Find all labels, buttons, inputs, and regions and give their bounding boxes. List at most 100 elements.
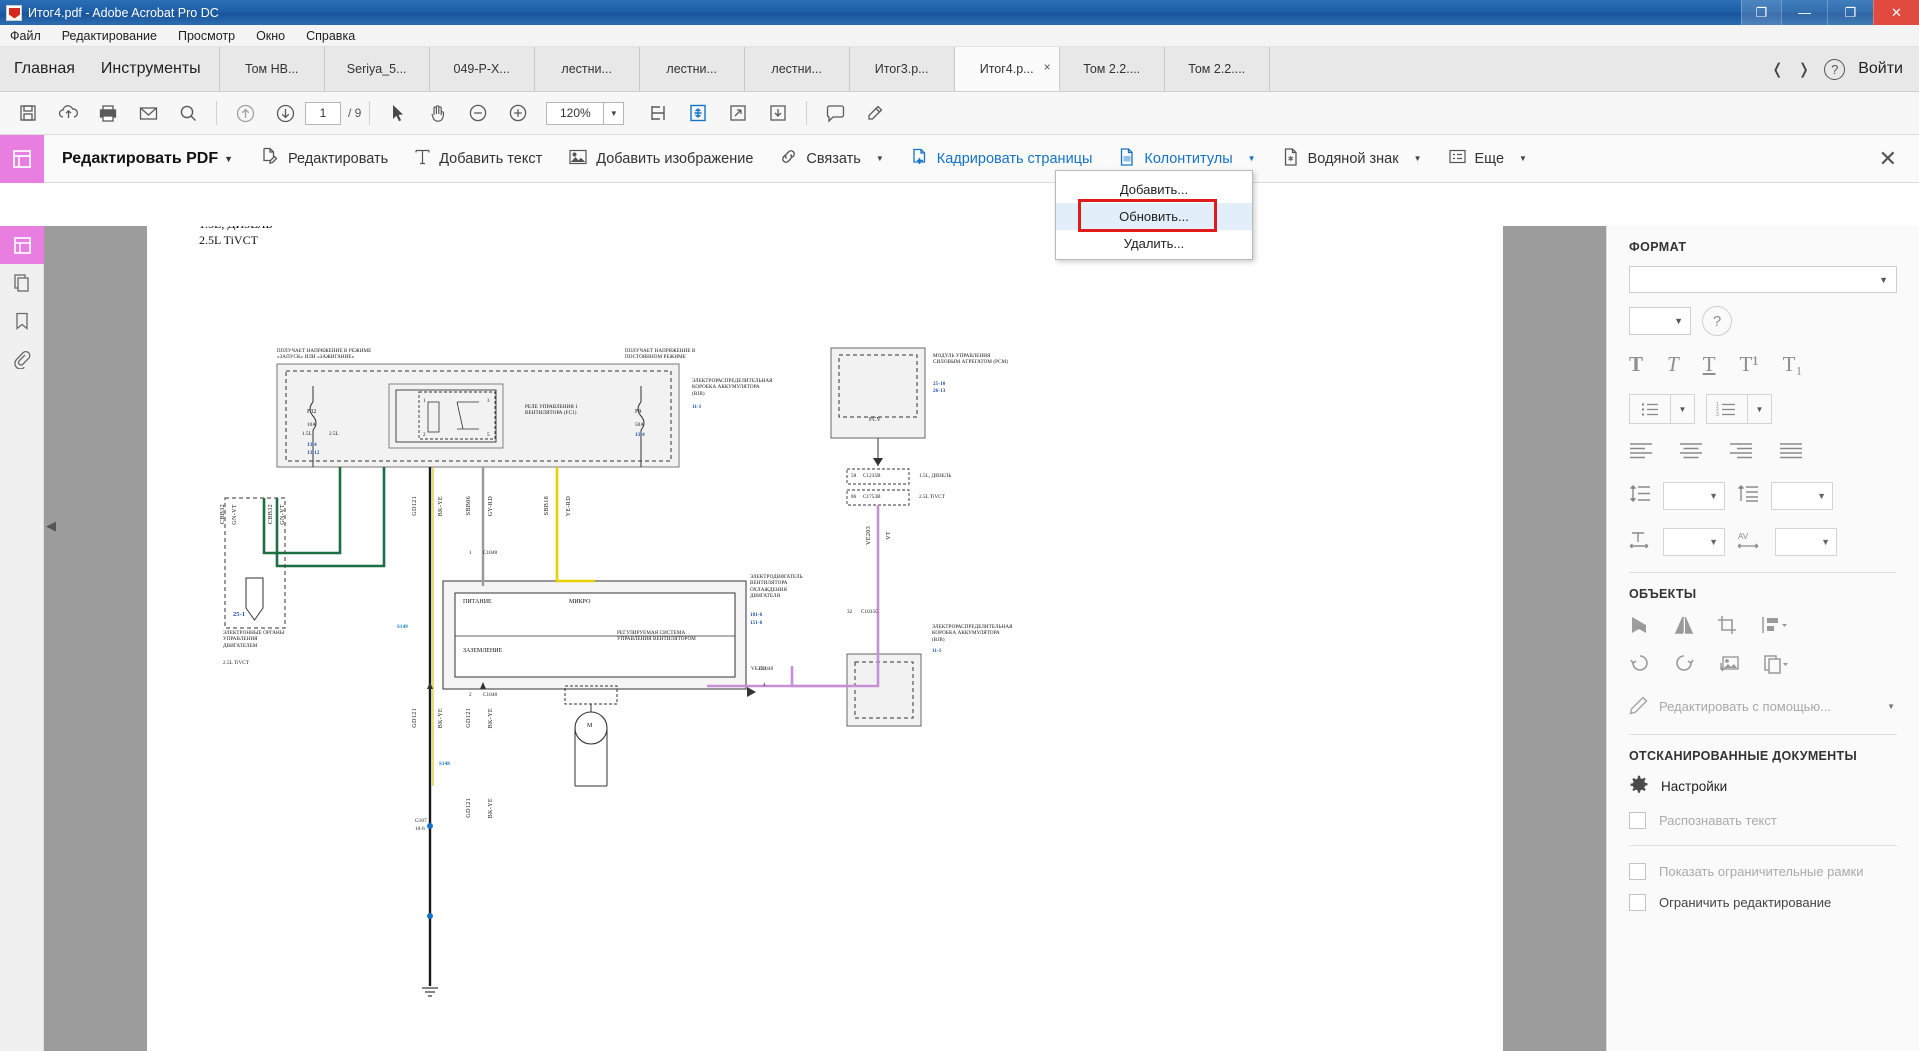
- restrict-editing-row[interactable]: Ограничить редактирование: [1629, 894, 1897, 911]
- previous-page-icon[interactable]: [225, 97, 265, 129]
- italic-icon[interactable]: T: [1667, 352, 1679, 377]
- document-tab-0[interactable]: Том НВ...: [220, 47, 325, 91]
- bulleted-list-chevron-icon[interactable]: ▼: [1671, 394, 1695, 424]
- recognize-text-checkbox[interactable]: [1629, 812, 1646, 829]
- tab-scroll-prev[interactable]: ❬: [1771, 60, 1784, 78]
- document-viewer[interactable]: ◀ 1.5L, ДИЗЕЛЬ 2.5L TiVCT: [44, 226, 1606, 1051]
- watermark-chevron-down-icon[interactable]: ▼: [1414, 154, 1422, 163]
- horizontal-scale-select[interactable]: ▼: [1663, 528, 1725, 556]
- rotate-counterclockwise-icon[interactable]: [1629, 654, 1651, 679]
- menu-item-delete[interactable]: Удалить...: [1056, 230, 1252, 257]
- duplicate-object-icon[interactable]: [1763, 654, 1789, 679]
- sign-in-button[interactable]: Войти: [1858, 60, 1903, 78]
- restrict-editing-checkbox[interactable]: [1629, 894, 1646, 911]
- header-footer-button[interactable]: Колонтитулы ▼: [1118, 147, 1256, 171]
- pages-panel-icon[interactable]: [0, 264, 44, 302]
- numbered-list-icon[interactable]: 1 2 3: [1706, 394, 1748, 424]
- upload-cloud-icon[interactable]: [48, 97, 88, 129]
- window-close-button[interactable]: ✕: [1873, 0, 1919, 25]
- flip-vertical-icon[interactable]: [1673, 615, 1695, 640]
- menu-item-edit[interactable]: Редактирование: [62, 29, 157, 43]
- close-edit-toolbar-button[interactable]: ✕: [1879, 146, 1897, 172]
- scan-settings-row[interactable]: Настройки: [1629, 775, 1897, 798]
- edit-pdf-chevron-down-icon[interactable]: ▼: [224, 154, 233, 164]
- watermark-button[interactable]: Водяной знак ▼: [1282, 147, 1422, 171]
- recognize-text-row[interactable]: Распознавать текст: [1629, 812, 1897, 829]
- link-chevron-down-icon[interactable]: ▼: [876, 154, 884, 163]
- header-footer-chevron-down-icon[interactable]: ▼: [1248, 154, 1256, 163]
- underline-icon[interactable]: T: [1703, 352, 1716, 377]
- document-tab-5[interactable]: лестни...: [745, 47, 850, 91]
- zoom-level-input[interactable]: 120%: [546, 101, 605, 125]
- email-icon[interactable]: [128, 97, 168, 129]
- hand-tool-icon[interactable]: [418, 97, 458, 129]
- crop-object-icon[interactable]: [1717, 615, 1739, 640]
- menu-item-help[interactable]: Справка: [306, 29, 355, 43]
- link-button[interactable]: Связать ▼: [779, 147, 884, 170]
- line-spacing-select[interactable]: ▼: [1663, 482, 1725, 510]
- document-tab-6[interactable]: Итог3.р...: [850, 47, 955, 91]
- add-image-button[interactable]: Добавить изображение: [568, 148, 753, 170]
- paragraph-spacing-select[interactable]: ▼: [1771, 482, 1833, 510]
- edit-pdf-tool-icon[interactable]: [0, 134, 44, 183]
- tab-home[interactable]: Главная: [14, 60, 75, 78]
- edit-with-dropdown[interactable]: Редактировать с помощью... ▼: [1629, 695, 1897, 718]
- thumbnails-panel-icon[interactable]: [0, 226, 44, 264]
- menu-item-window[interactable]: Окно: [256, 29, 285, 43]
- rotate-clockwise-icon[interactable]: [1673, 654, 1695, 679]
- window-extra-restore-button[interactable]: ❐: [1741, 0, 1781, 25]
- font-family-select[interactable]: ▼: [1629, 266, 1897, 293]
- superscript-icon[interactable]: T¹: [1740, 352, 1759, 377]
- select-tool-icon[interactable]: [378, 97, 418, 129]
- close-tab-icon[interactable]: ×: [1044, 60, 1051, 74]
- show-bounding-boxes-checkbox[interactable]: [1629, 863, 1646, 880]
- tab-tools[interactable]: Инструменты: [101, 60, 201, 78]
- show-bounding-boxes-row[interactable]: Показать ограничительные рамки: [1629, 863, 1897, 880]
- window-maximize-button[interactable]: ❐: [1827, 0, 1873, 25]
- help-circle-icon[interactable]: ?: [1702, 306, 1732, 336]
- menu-item-view[interactable]: Просмотр: [178, 29, 235, 43]
- crop-pages-button[interactable]: Кадрировать страницы: [910, 147, 1092, 171]
- collapse-left-panel-icon[interactable]: ◀: [46, 518, 56, 534]
- print-icon[interactable]: [88, 97, 128, 129]
- more-button[interactable]: Еще ▼: [1448, 148, 1527, 169]
- comment-icon[interactable]: [815, 97, 855, 129]
- document-tab-3[interactable]: лестни...: [535, 47, 640, 91]
- fullscreen-icon[interactable]: [718, 97, 758, 129]
- tab-scroll-next[interactable]: ❭: [1798, 60, 1811, 78]
- font-size-select[interactable]: ▼: [1629, 307, 1691, 335]
- bulleted-list-icon[interactable]: [1629, 394, 1671, 424]
- next-page-icon[interactable]: [265, 97, 305, 129]
- zoom-in-icon[interactable]: [498, 97, 538, 129]
- align-justify-icon[interactable]: [1779, 442, 1803, 464]
- page-number-input[interactable]: 1: [305, 101, 341, 125]
- menu-item-file[interactable]: Файл: [10, 29, 41, 43]
- align-left-icon[interactable]: [1629, 442, 1653, 464]
- document-tab-9[interactable]: Том 2.2....: [1165, 47, 1270, 91]
- flip-horizontal-icon[interactable]: [1629, 615, 1651, 640]
- bold-icon[interactable]: T: [1629, 352, 1643, 377]
- attachments-panel-icon[interactable]: [0, 340, 44, 378]
- document-tab-8[interactable]: Том 2.2....: [1060, 47, 1165, 91]
- document-tab-2[interactable]: 049-P-X...: [430, 47, 535, 91]
- fit-page-icon[interactable]: [678, 97, 718, 129]
- edit-with-chevron-down-icon[interactable]: ▼: [1887, 702, 1895, 711]
- zoom-out-icon[interactable]: [458, 97, 498, 129]
- edit-button[interactable]: Редактировать: [259, 146, 388, 171]
- more-chevron-down-icon[interactable]: ▼: [1519, 154, 1527, 163]
- zoom-dropdown-icon[interactable]: ▼: [604, 101, 625, 125]
- align-center-icon[interactable]: [1679, 442, 1703, 464]
- subscript-icon[interactable]: T₁: [1783, 352, 1803, 377]
- align-right-icon[interactable]: [1729, 442, 1753, 464]
- arrange-objects-icon[interactable]: [1761, 615, 1787, 640]
- replace-image-icon[interactable]: [1717, 654, 1741, 679]
- document-tab-7[interactable]: Итог4.р... ×: [954, 47, 1060, 91]
- bookmarks-panel-icon[interactable]: [0, 302, 44, 340]
- highlight-icon[interactable]: [855, 97, 895, 129]
- search-icon[interactable]: [168, 97, 208, 129]
- help-icon[interactable]: ?: [1824, 58, 1846, 80]
- page-fit-width-icon[interactable]: [638, 97, 678, 129]
- window-minimize-button[interactable]: —: [1781, 0, 1827, 25]
- letter-spacing-select[interactable]: ▼: [1775, 528, 1837, 556]
- add-text-button[interactable]: Добавить текст: [414, 147, 542, 170]
